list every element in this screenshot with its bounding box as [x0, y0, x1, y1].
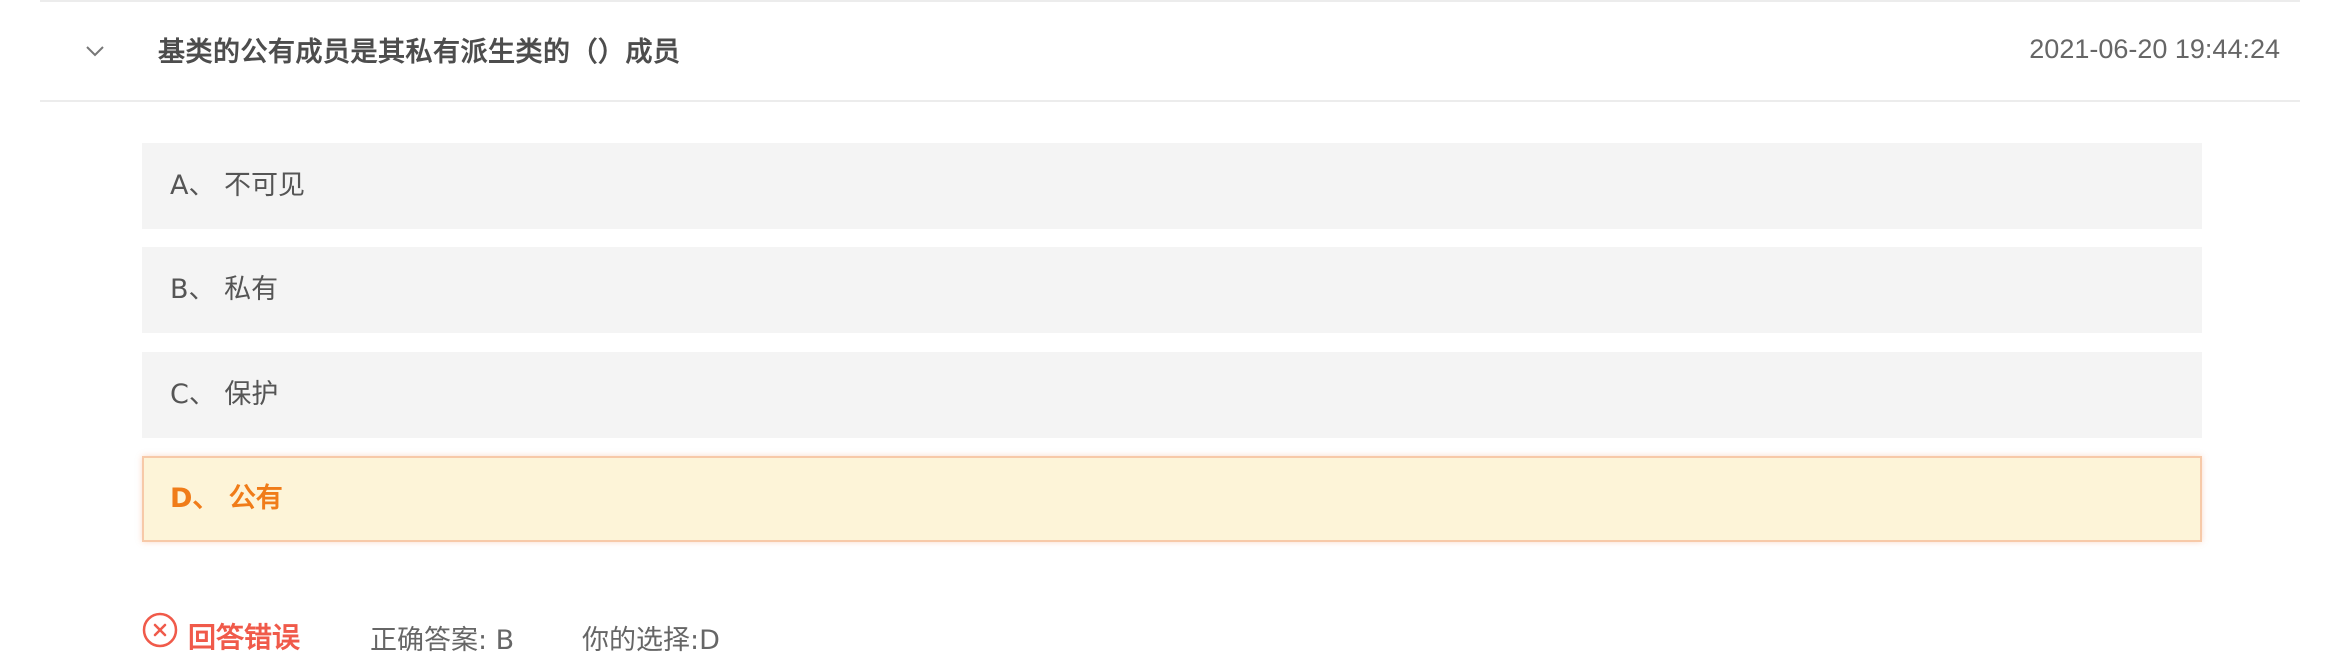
question-header[interactable]: 基类的公有成员是其私有派生类的（）成员 2021-06-20 19:44:24: [40, 2, 2300, 102]
option-b[interactable]: B、 私有: [142, 247, 2202, 333]
your-choice: 你的选择:D: [582, 625, 720, 656]
answer-timestamp: 2021-06-20 19:44:24: [2029, 34, 2280, 64]
answer-result: 回答错误 正确答案: B 你的选择:D: [142, 610, 1542, 656]
chevron-down-icon[interactable]: [80, 36, 110, 66]
option-c[interactable]: C、 保护: [142, 352, 2202, 438]
option-a[interactable]: A、 不可见: [142, 143, 2202, 229]
result-status: 回答错误: [188, 621, 301, 654]
correct-answer: 正确答案: B: [370, 625, 515, 656]
close-circle-icon: [142, 612, 178, 648]
option-d-selected[interactable]: D、 公有: [142, 456, 2202, 542]
question-title: 基类的公有成员是其私有派生类的（）成员: [158, 37, 681, 68]
